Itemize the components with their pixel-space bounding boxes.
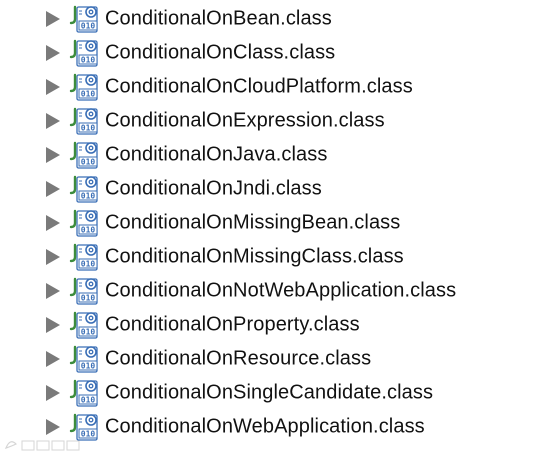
svg-text:010: 010 (81, 192, 96, 201)
tree-row[interactable]: 010 ConditionalOnBean.class (0, 2, 552, 36)
class-file-icon: 010 (69, 141, 98, 169)
tree-item-label: ConditionalOnExpression.class (105, 109, 385, 132)
expand-arrow-icon[interactable] (46, 351, 60, 367)
expand-arrow-icon[interactable] (46, 317, 60, 333)
svg-text:010: 010 (81, 90, 96, 99)
tree-row[interactable]: 010 ConditionalOnJndi.class (0, 172, 552, 206)
expand-arrow-icon[interactable] (46, 419, 60, 435)
svg-text:010: 010 (81, 294, 96, 303)
svg-text:010: 010 (81, 430, 96, 439)
expand-arrow-icon[interactable] (46, 45, 60, 61)
tree-row[interactable]: 010 ConditionalOnSingleCandidate.class (0, 376, 552, 410)
tree-row[interactable]: 010 ConditionalOnResource.class (0, 342, 552, 376)
svg-text:010: 010 (81, 328, 96, 337)
tree-row[interactable]: 010 ConditionalOnProperty.class (0, 308, 552, 342)
class-file-icon: 010 (69, 175, 98, 203)
class-file-icon: 010 (69, 311, 98, 339)
class-file-icon: 010 (69, 107, 98, 135)
expand-arrow-icon[interactable] (46, 113, 60, 129)
tree-row[interactable]: 010 ConditionalOnCloudPlatform.class (0, 70, 552, 104)
class-file-icon: 010 (69, 5, 98, 33)
svg-text:010: 010 (81, 56, 96, 65)
tree-item-label: ConditionalOnMissingClass.class (105, 245, 404, 268)
class-file-icon: 010 (69, 277, 98, 305)
tree-row[interactable]: 010 ConditionalOnJava.class (0, 138, 552, 172)
tree-item-label: ConditionalOnProperty.class (105, 313, 360, 336)
tree-item-label: ConditionalOnWebApplication.class (105, 415, 425, 438)
tree-item-label: ConditionalOnJava.class (105, 143, 328, 166)
expand-arrow-icon[interactable] (46, 11, 60, 27)
tree-item-label: ConditionalOnNotWebApplication.class (105, 279, 457, 302)
tree-row[interactable]: 010 ConditionalOnWebApplication.class (0, 410, 552, 444)
tree-item-label: ConditionalOnCloudPlatform.class (105, 75, 413, 98)
tree-row[interactable]: 010 ConditionalOnMissingClass.class (0, 240, 552, 274)
tree-item-label: ConditionalOnMissingBean.class (105, 211, 401, 234)
tree-row[interactable]: 010 ConditionalOnClass.class (0, 36, 552, 70)
svg-text:010: 010 (81, 362, 96, 371)
svg-text:010: 010 (81, 22, 96, 31)
tree-item-label: ConditionalOnJndi.class (105, 177, 322, 200)
tree-item-label: ConditionalOnResource.class (105, 347, 372, 370)
expand-arrow-icon[interactable] (46, 283, 60, 299)
expand-arrow-icon[interactable] (46, 79, 60, 95)
class-file-icon: 010 (69, 39, 98, 67)
svg-text:010: 010 (81, 226, 96, 235)
expand-arrow-icon[interactable] (46, 181, 60, 197)
expand-arrow-icon[interactable] (46, 249, 60, 265)
class-file-icon: 010 (69, 243, 98, 271)
svg-text:010: 010 (81, 396, 96, 405)
class-file-tree: 010 ConditionalOnBean.class 010 Conditional… (0, 2, 552, 444)
expand-arrow-icon[interactable] (46, 215, 60, 231)
tree-item-label: ConditionalOnBean.class (105, 7, 332, 30)
expand-arrow-icon[interactable] (46, 147, 60, 163)
svg-text:010: 010 (81, 260, 96, 269)
tree-row[interactable]: 010 ConditionalOnExpression.class (0, 104, 552, 138)
svg-text:010: 010 (81, 124, 96, 133)
expand-arrow-icon[interactable] (46, 385, 60, 401)
svg-text:010: 010 (81, 158, 96, 167)
class-file-icon: 010 (69, 379, 98, 407)
class-file-icon: 010 (69, 209, 98, 237)
tree-item-label: ConditionalOnClass.class (105, 41, 336, 64)
class-file-icon: 010 (69, 345, 98, 373)
tree-row[interactable]: 010 ConditionalOnMissingBean.class (0, 206, 552, 240)
tree-row[interactable]: 010 ConditionalOnNotWebApplication.class (0, 274, 552, 308)
class-file-icon: 010 (69, 73, 98, 101)
tree-item-label: ConditionalOnSingleCandidate.class (105, 381, 434, 404)
watermark-logo-icon (4, 440, 80, 451)
